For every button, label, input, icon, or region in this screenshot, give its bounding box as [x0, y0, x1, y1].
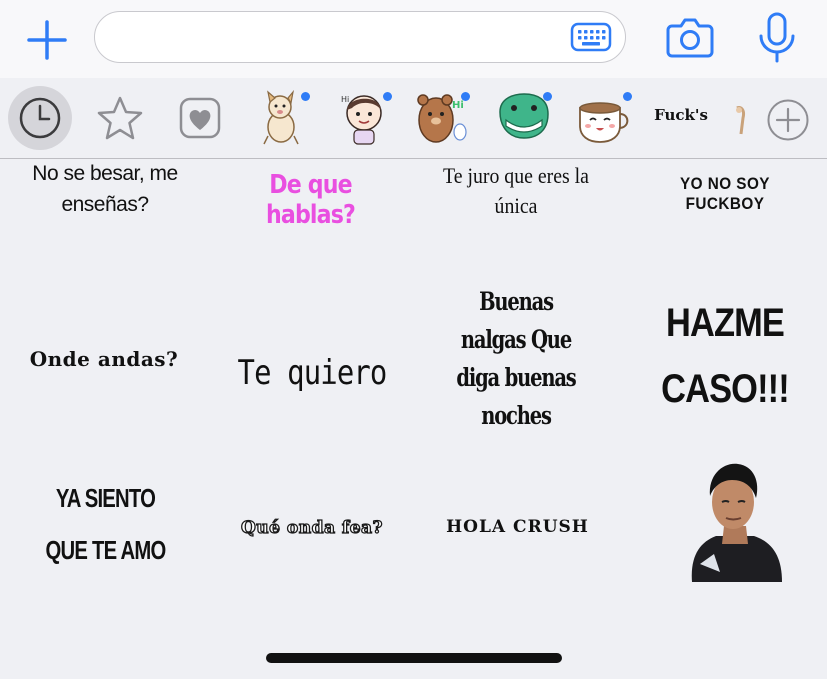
- partial-pack-tab[interactable]: [735, 100, 749, 140]
- clock-icon: [19, 97, 61, 139]
- sticker-no-soy-fuckboy[interactable]: YO NO SOY FUCKBOY: [640, 174, 811, 213]
- camera-button[interactable]: [666, 16, 714, 58]
- new-badge: [543, 92, 552, 101]
- sticker-hazme-caso[interactable]: HAZME CASO!!!: [652, 290, 798, 422]
- sticker-no-se-besar[interactable]: No se besar, me enseñas?: [10, 158, 200, 220]
- heart-icon: [179, 97, 221, 139]
- camera-icon: [666, 18, 714, 58]
- keyboard-button[interactable]: [570, 22, 612, 52]
- message-field[interactable]: [94, 11, 626, 63]
- add-sticker-pack-button[interactable]: [765, 97, 811, 143]
- sticker-ya-siento[interactable]: YA SIENTO QUE TE AMO: [37, 474, 174, 574]
- favorites-tab[interactable]: [88, 86, 152, 150]
- sticker-te-juro[interactable]: Te juro que eres la única: [431, 160, 600, 222]
- person-photo-icon: [691, 463, 782, 582]
- sticker-que-onda-fea[interactable]: Qué onda fea?: [222, 512, 402, 544]
- star-icon: [97, 96, 143, 140]
- new-badge: [623, 92, 632, 101]
- sticker-de-que-hablas[interactable]: De que hablas?: [232, 170, 389, 230]
- heart-pack-tab[interactable]: [168, 86, 232, 150]
- sticker-buenas-nalgas[interactable]: Buenas nalgas Que diga buenas noches: [449, 287, 583, 430]
- new-badge: [461, 92, 470, 101]
- text-pack-tab[interactable]: Fuck's: [646, 106, 716, 124]
- svg-text:Hi: Hi: [341, 95, 349, 104]
- message-input[interactable]: [113, 24, 557, 52]
- microphone-button[interactable]: [755, 12, 799, 64]
- partial-sticker-icon: [736, 106, 745, 135]
- girl-pack-tab[interactable]: Hi: [332, 86, 396, 150]
- keyboard-icon: [570, 22, 612, 52]
- dog-pack-tab[interactable]: [250, 86, 314, 150]
- sticker-hola-crush[interactable]: HOLA CRUSH: [430, 512, 605, 542]
- svg-text:Hi: Hi: [452, 100, 464, 111]
- sticker-te-quiero[interactable]: Te quiero: [236, 345, 389, 401]
- sticker-pack-tray: Hi Hi Fuck's: [0, 78, 827, 159]
- new-badge: [383, 92, 392, 101]
- plus-icon: [27, 20, 67, 60]
- bear-pack-tab[interactable]: Hi: [410, 86, 474, 150]
- dino-pack-tab[interactable]: [492, 86, 556, 150]
- input-bar: [0, 0, 827, 78]
- sticker-onde-andas[interactable]: Onde andas?: [14, 338, 194, 380]
- sticker-photo-person[interactable]: [686, 456, 784, 582]
- microphone-icon: [759, 12, 795, 63]
- add-circle-icon: [767, 99, 809, 141]
- recents-tab[interactable]: [8, 86, 72, 150]
- new-badge: [301, 92, 310, 101]
- home-indicator[interactable]: [266, 653, 562, 663]
- cup-pack-tab[interactable]: [572, 86, 636, 150]
- plus-button[interactable]: [25, 18, 69, 62]
